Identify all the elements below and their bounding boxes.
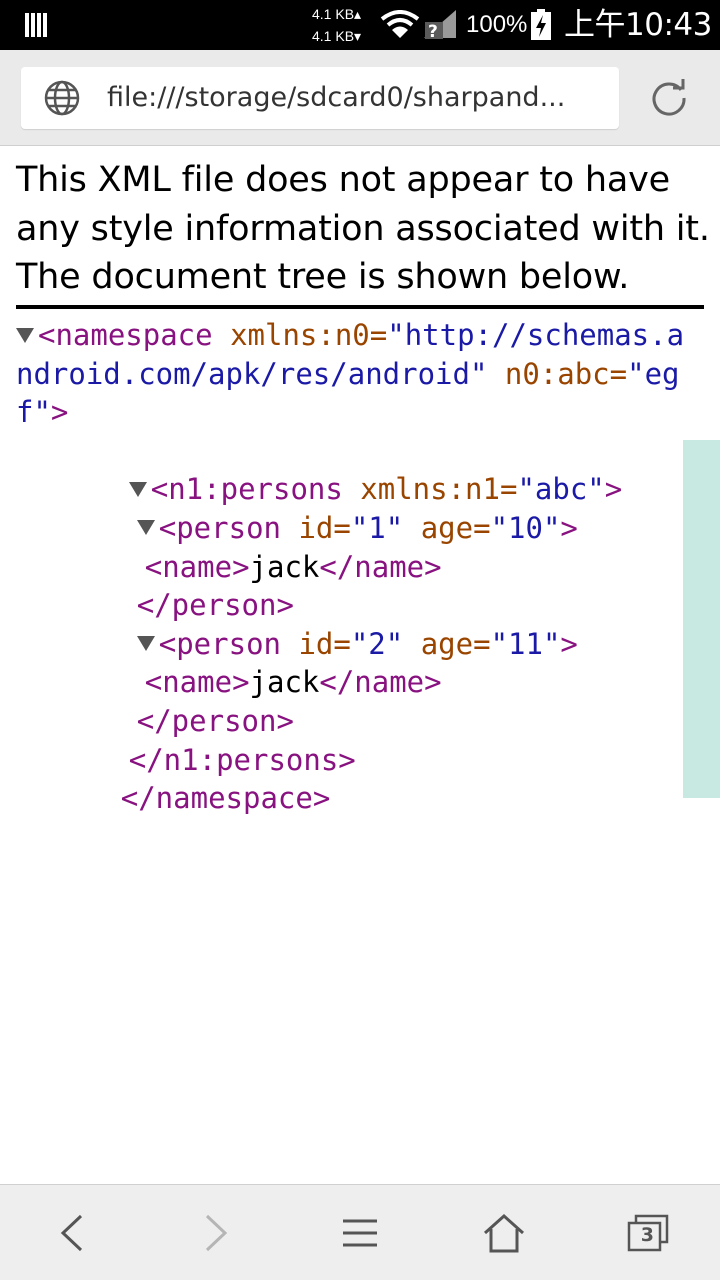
xml-person-close-line: </person>: [0, 548, 720, 622]
xml-equals: =: [609, 356, 628, 391]
menu-icon: [343, 1219, 377, 1247]
status-clock: 上午10:43: [564, 7, 712, 43]
menu-button[interactable]: [310, 1185, 410, 1281]
xml-person-open-line: <person id="2" age="11">: [0, 586, 720, 661]
refresh-icon[interactable]: [648, 77, 690, 119]
xml-name-line: <name>jack</name>: [0, 509, 720, 584]
xml-attr-name: xmlns:n0: [230, 318, 370, 352]
network-speed: 4.1 KB▴ 4.1 KB▾: [312, 3, 374, 47]
xml-tag: <namespace: [38, 318, 213, 352]
page-content: This XML file does not appear to have an…: [0, 146, 720, 1184]
bottom-navigation-bar: 3: [0, 1184, 720, 1280]
back-button[interactable]: [22, 1185, 122, 1281]
address-bar: file:///storage/sdcard0/sharpand...: [0, 50, 720, 146]
home-button[interactable]: [454, 1185, 554, 1281]
xml-persons-open-line: <n1:persons xmlns:n1="abc">: [0, 432, 720, 506]
info-divider: [16, 305, 704, 309]
forward-button[interactable]: [166, 1185, 266, 1281]
xml-root-open-line: <namespace xmlns:n0="http://schemas.andr…: [0, 316, 700, 432]
xml-tag: </namespace>: [120, 781, 331, 816]
forward-icon: [205, 1214, 228, 1252]
xml-person-open-line: <person id="1" age="10">: [0, 470, 720, 545]
notification-icon: [25, 13, 47, 37]
network-speed-down: 4.1 KB▾: [312, 28, 362, 44]
tabs-button[interactable]: 3: [598, 1185, 698, 1281]
network-speed-up: 4.1 KB▴: [312, 6, 362, 22]
url-field[interactable]: file:///storage/sdcard0/sharpand...: [21, 67, 619, 129]
xml-style-info-message: This XML file does not appear to have an…: [16, 160, 710, 297]
collapse-triangle-icon[interactable]: [16, 327, 34, 343]
status-bar: 4.1 KB▴ 4.1 KB▾ ? 100% 上午10:43: [0, 0, 720, 50]
back-icon: [60, 1214, 83, 1252]
tab-count-badge: 3: [640, 1224, 654, 1247]
xml-document-tree: <namespace xmlns:n0="http://schemas.andr…: [0, 316, 720, 815]
signal-icon: ?: [424, 10, 456, 40]
home-icon: [483, 1213, 525, 1253]
xml-name-line: <name>jack</name>: [0, 625, 720, 699]
battery-charging-icon: [531, 9, 551, 40]
battery-percentage: 100%: [466, 11, 528, 38]
xml-attr-name: n0:abc: [504, 356, 610, 391]
xml-person-close-line: </person>: [0, 663, 720, 738]
xml-tag-end: >: [50, 395, 69, 430]
svg-text:?: ?: [428, 22, 438, 40]
url-text[interactable]: file:///storage/sdcard0/sharpand...: [107, 67, 607, 129]
xml-equals: =: [369, 318, 388, 352]
xml-persons-close-line: </n1:persons>: [0, 702, 720, 777]
xml-root-close-line: </namespace>: [0, 741, 720, 815]
globe-icon: [44, 80, 80, 116]
scrollbar-thumb[interactable]: [683, 440, 720, 798]
wifi-icon: [380, 10, 420, 38]
